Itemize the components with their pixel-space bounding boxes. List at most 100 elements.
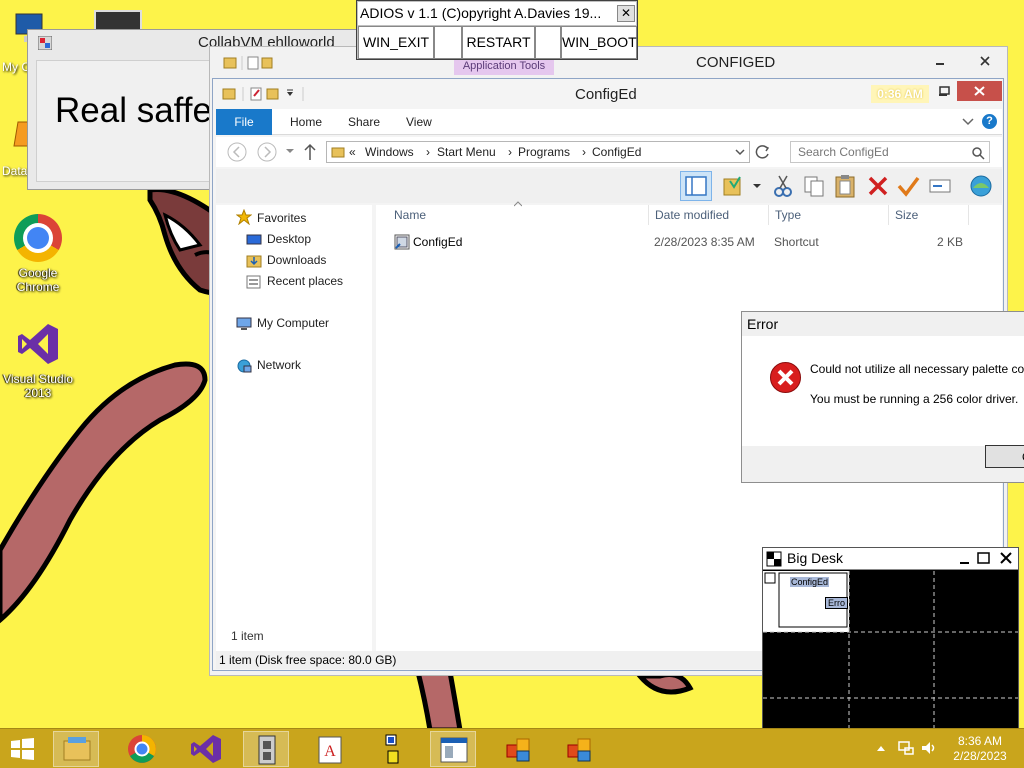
error-message-line2: You must be running a 256 color driver. — [810, 392, 1019, 406]
nav-recent-places[interactable]: Recent places — [267, 274, 343, 288]
bigdesk-grid[interactable] — [763, 571, 1018, 731]
nav-downloads[interactable]: Downloads — [267, 253, 326, 267]
breadcrumb-programs[interactable]: Programs — [518, 145, 570, 159]
win-boot-button[interactable]: WIN_BOOT — [561, 26, 637, 59]
search-input[interactable]: Search ConfigEd — [790, 141, 990, 163]
up-arrow-icon[interactable] — [302, 142, 318, 162]
breadcrumb-separator-icon: › — [508, 145, 512, 159]
outer-close-button[interactable] — [966, 51, 1004, 71]
desktop-icon-label-line2: 2013 — [24, 386, 52, 400]
preview-pane-button[interactable] — [680, 171, 712, 201]
explorer-restore-button[interactable] — [937, 84, 953, 100]
checkmark-icon[interactable] — [896, 174, 920, 198]
start-button[interactable] — [8, 735, 38, 763]
error-icon — [770, 362, 801, 393]
desktop-icon-label: Data — [2, 164, 28, 178]
column-header-name[interactable]: Name — [394, 208, 426, 222]
breadcrumb-overflow[interactable]: « — [349, 145, 356, 159]
bigdesk-window[interactable]: Big Desk ConfigEd Erro — [762, 547, 1019, 731]
explorer-titlebar[interactable]: ConfigEd 0:36 AM — [213, 79, 1003, 109]
desktop-icon-google-chrome[interactable]: Google Chrome — [0, 214, 76, 294]
bigdesk-thumb-error[interactable]: Erro — [825, 597, 849, 609]
search-placeholder: Search ConfigEd — [798, 145, 889, 159]
properties-icon[interactable] — [722, 175, 748, 199]
win-exit-button[interactable]: WIN_EXIT — [358, 26, 434, 59]
back-icon[interactable] — [226, 141, 248, 163]
taskbar-app-configed[interactable] — [430, 731, 476, 767]
taskbar-visual-studio[interactable] — [182, 731, 228, 767]
error-title: Error — [747, 316, 779, 332]
delete-icon[interactable] — [866, 174, 890, 198]
taskbar-app-bigdesk-1[interactable] — [495, 731, 541, 767]
column-header-date-modified[interactable]: Date modified — [655, 208, 729, 222]
recent-locations-icon[interactable] — [286, 147, 294, 155]
file-explorer-icon — [63, 737, 91, 761]
desktop-icon-visual-studio-2013[interactable]: Visual Studio 2013 — [0, 320, 76, 400]
bigdesk-minimize-button[interactable] — [957, 551, 973, 566]
taskbar-file-explorer[interactable] — [53, 731, 99, 767]
desktop-icon-label-line1: Google — [18, 266, 58, 280]
nav-my-computer[interactable]: My Computer — [257, 316, 329, 330]
volume-icon[interactable] — [920, 740, 938, 756]
bigdesk-icon — [506, 738, 530, 762]
cut-icon[interactable] — [772, 174, 794, 198]
taskbar-app-adios[interactable] — [370, 731, 416, 767]
column-header-size[interactable]: Size — [895, 208, 918, 222]
refresh-icon[interactable] — [754, 143, 772, 161]
explorer-close-button[interactable] — [957, 81, 1002, 101]
error-dialog[interactable]: Error Could not utilize all necessary pa… — [741, 311, 1024, 483]
tab-view[interactable]: View — [396, 109, 442, 135]
copy-icon[interactable] — [802, 174, 826, 198]
bigdesk-thumb-configed[interactable]: ConfigEd — [790, 577, 830, 587]
minimize-icon — [960, 562, 969, 564]
tab-file[interactable]: File — [216, 109, 272, 135]
folder-icon — [223, 56, 273, 70]
show-hidden-icons-icon[interactable] — [876, 744, 886, 752]
minimize-icon — [936, 63, 944, 65]
taskbar-app-bigdesk-2[interactable] — [556, 731, 602, 767]
tab-share[interactable]: Share — [338, 109, 390, 135]
file-row[interactable]: ConfigEd 2/28/2023 8:35 AM Shortcut 2 KB — [390, 231, 970, 253]
forward-icon[interactable] — [256, 141, 278, 163]
rename-icon[interactable] — [928, 177, 952, 195]
column-header-type[interactable]: Type — [775, 208, 801, 222]
restart-button[interactable]: RESTART — [462, 26, 535, 59]
adios-close-button[interactable]: ✕ — [617, 5, 635, 22]
adios-titlebar[interactable]: ADIOS v 1.1 (C)opyright A.Davies 19... ✕ — [358, 2, 636, 25]
breadcrumb-windows[interactable]: Windows — [365, 145, 414, 159]
address-dropdown-icon[interactable] — [735, 149, 745, 157]
ribbon-expand-icon[interactable] — [962, 117, 974, 127]
close-icon — [1000, 552, 1012, 564]
paste-icon[interactable] — [832, 173, 858, 199]
nav-favorites[interactable]: Favorites — [257, 211, 306, 225]
taskbar-app-text[interactable]: A — [307, 731, 353, 767]
dropdown-arrow-icon[interactable] — [752, 183, 762, 191]
explorer-title: ConfigEd — [575, 86, 637, 103]
outer-minimize-button[interactable] — [930, 53, 950, 69]
preview-pane-icon — [685, 176, 707, 196]
recent-places-icon — [246, 275, 261, 289]
adios-window[interactable]: ADIOS v 1.1 (C)opyright A.Davies 19... ✕… — [356, 0, 638, 60]
help-icon[interactable]: ? — [982, 114, 997, 129]
bigdesk-close-button[interactable] — [998, 551, 1014, 566]
file-name[interactable]: ConfigEd — [413, 235, 462, 249]
navigation-pane: Favorites Desktop Downloads Recent place… — [216, 205, 372, 651]
breadcrumb-configed[interactable]: ConfigEd — [592, 145, 641, 159]
nav-desktop[interactable]: Desktop — [267, 232, 311, 246]
network-tray-icon[interactable] — [897, 740, 915, 756]
outer-quick-access[interactable] — [222, 55, 278, 74]
tab-home[interactable]: Home — [280, 109, 332, 135]
ok-button[interactable]: OK — [985, 445, 1024, 468]
adios-spacer — [535, 26, 561, 59]
visual-studio-icon — [14, 320, 62, 368]
taskbar-clock[interactable]: 8:36 AM 2/28/2023 — [944, 734, 1016, 764]
error-titlebar[interactable]: Error — [742, 312, 1024, 336]
globe-icon[interactable] — [968, 173, 994, 199]
bigdesk-maximize-button[interactable] — [976, 551, 992, 566]
taskbar-app-device[interactable] — [243, 731, 289, 767]
bigdesk-titlebar[interactable]: Big Desk — [763, 548, 1018, 570]
address-field[interactable]: « Windows › Start Menu › Programs › Conf… — [326, 141, 750, 163]
nav-network[interactable]: Network — [257, 358, 301, 372]
taskbar-chrome[interactable] — [119, 731, 165, 767]
breadcrumb-start-menu[interactable]: Start Menu — [437, 145, 496, 159]
